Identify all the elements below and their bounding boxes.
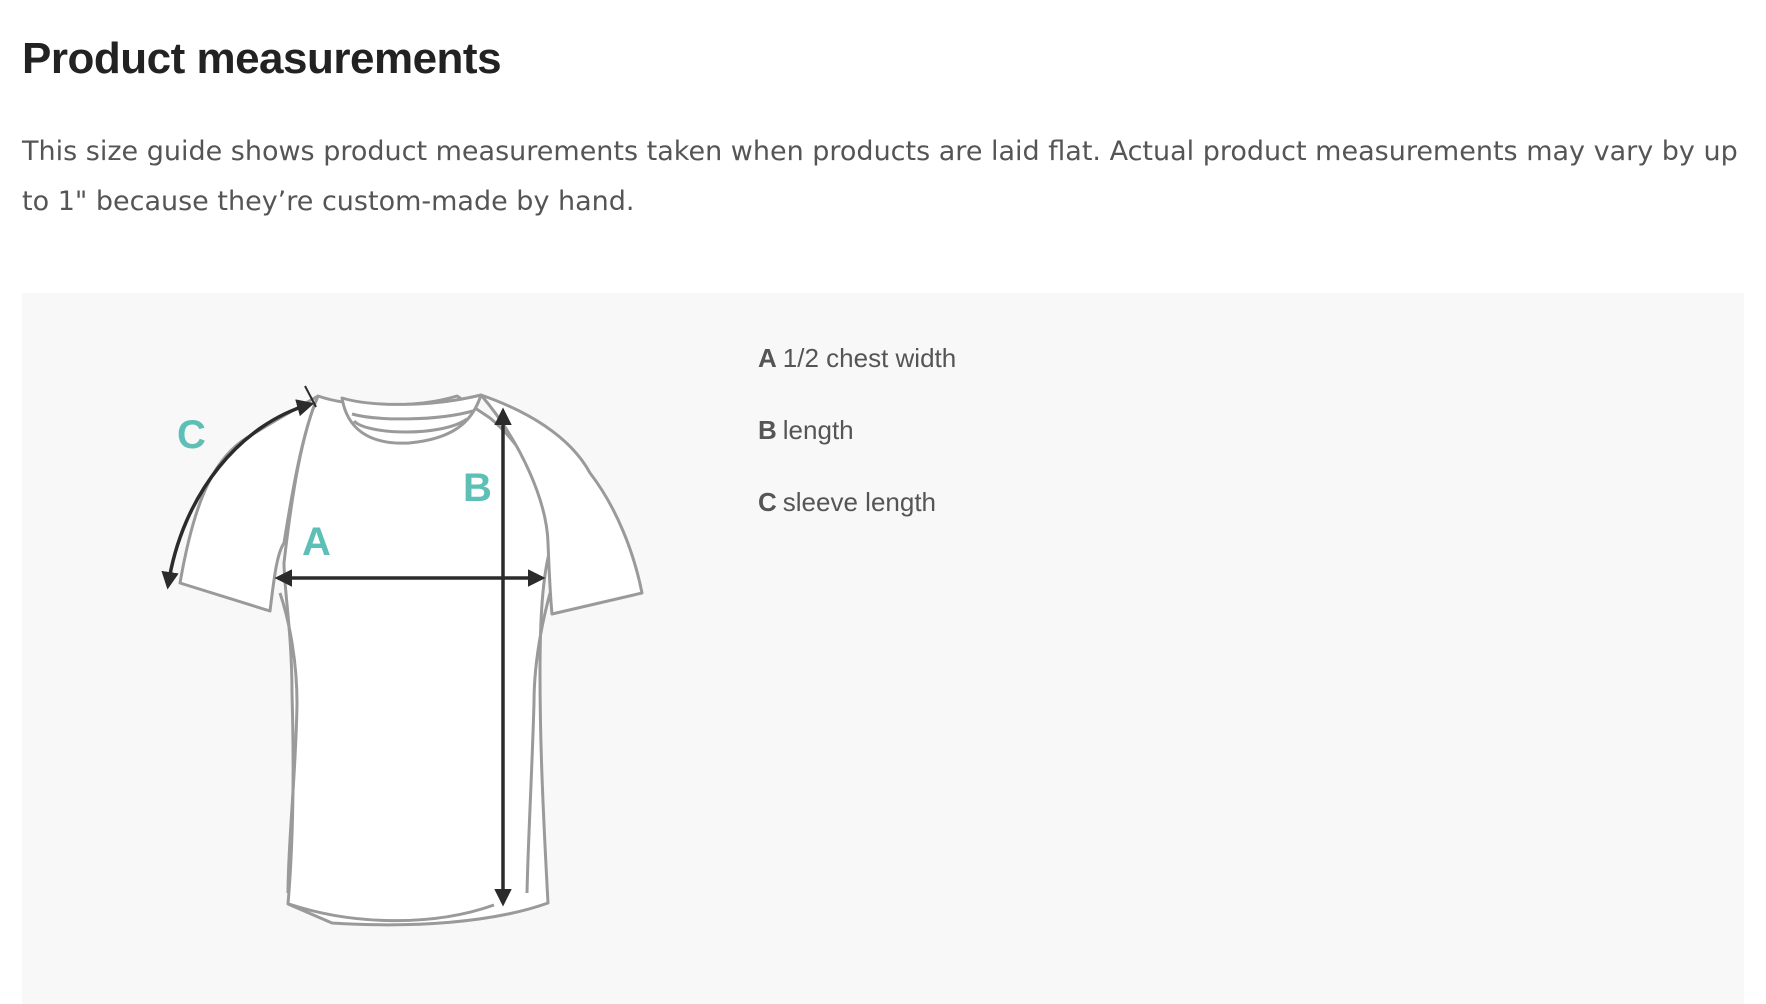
tshirt-outline (178, 393, 644, 927)
tshirt-illustration: A B C (161, 385, 644, 927)
measurement-legend: A 1/2 chest width Blength Csleeve length (758, 343, 956, 559)
measurement-panel: A B C A 1/2 chest width Blength Csleeve l… (22, 293, 1744, 1004)
label-a: A (302, 520, 331, 564)
legend-key-b: B (758, 415, 777, 445)
legend-item-sleeve-length: Csleeve length (758, 487, 956, 559)
legend-item-length: Blength (758, 415, 956, 487)
legend-key-a: A (758, 343, 777, 373)
label-c: C (177, 413, 206, 457)
legend-key-c: C (758, 487, 777, 517)
label-b: B (463, 466, 492, 510)
legend-text-c: sleeve length (782, 487, 937, 517)
intro-text: This size guide shows product measuremen… (22, 136, 1738, 217)
legend-text-a: 1/2 chest width (782, 343, 957, 373)
legend-item-chest-width: A 1/2 chest width (758, 343, 956, 415)
page-title: Product measurements (22, 34, 502, 83)
tshirt-diagram: A B C (22, 293, 722, 1004)
legend-text-b: length (782, 415, 854, 445)
tshirt-body (282, 394, 554, 927)
